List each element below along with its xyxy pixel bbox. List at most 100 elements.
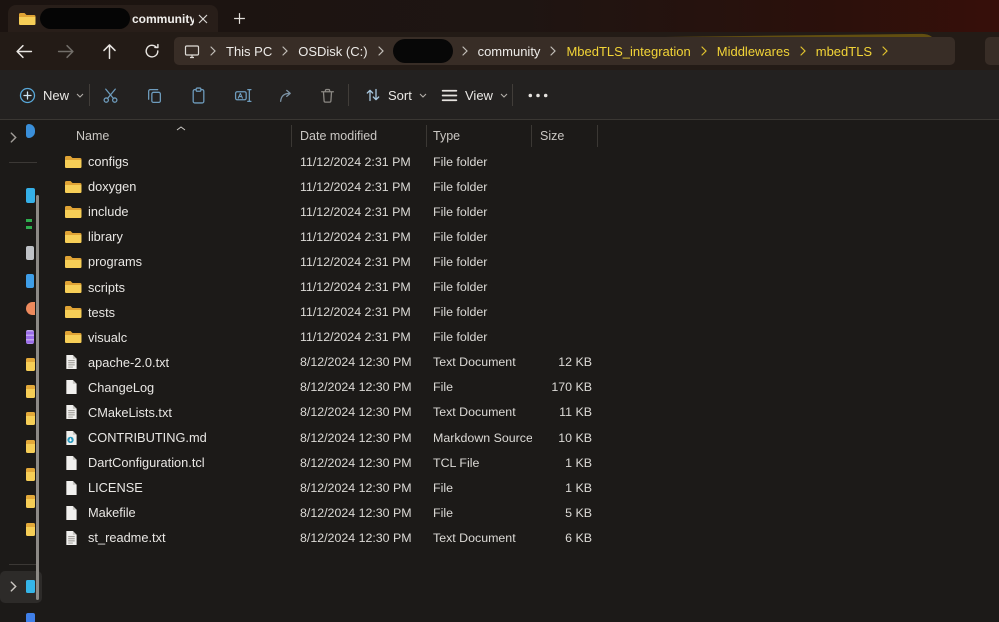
file-type: Markdown Source...	[433, 430, 532, 445]
breadcrumb: This PC OSDisk (C:) community MbedTLS_integ…	[201, 39, 897, 63]
sidebar-gallery-icon[interactable]	[26, 188, 35, 203]
address-bar[interactable]: This PC OSDisk (C:) community MbedTLS_integ…	[174, 37, 955, 65]
column-header-size[interactable]: Size	[532, 125, 598, 147]
sidebar-expand-icon[interactable]	[10, 579, 17, 597]
file-row[interactable]: CONTRIBUTING.md 8/12/2024 12:30 PM Markdow…	[55, 425, 999, 450]
file-row[interactable]: visualc 11/12/2024 2:31 PM File folder	[55, 325, 999, 350]
up-button[interactable]	[95, 37, 123, 65]
view-button[interactable]: View	[432, 78, 517, 112]
sidebar-home-icon[interactable]	[26, 124, 35, 138]
sidebar-folder-icon[interactable]	[26, 385, 35, 398]
sidebar-music-icon[interactable]	[26, 302, 35, 315]
navigation-bar: This PC OSDisk (C:) community MbedTLS_integ…	[0, 32, 999, 70]
cut-button[interactable]	[93, 78, 128, 112]
sidebar-thispc-icon[interactable]	[26, 580, 35, 593]
view-list-icon	[441, 89, 458, 101]
file-row[interactable]: configs 11/12/2024 2:31 PM File folder	[55, 149, 999, 174]
new-tab-button[interactable]	[228, 7, 250, 29]
column-header-type[interactable]: Type	[427, 125, 532, 147]
breadcrumb-item[interactable]: Middlewares	[716, 42, 791, 61]
redaction-blob	[392, 39, 453, 63]
sidebar-network-icon[interactable]	[26, 613, 35, 622]
view-button-label: View	[465, 87, 493, 103]
file-row[interactable]: CMakeLists.txt 8/12/2024 12:30 PM Text Doc…	[55, 400, 999, 425]
paste-button[interactable]	[181, 78, 216, 112]
column-label: Date modified	[300, 129, 378, 143]
close-icon[interactable]	[194, 10, 212, 28]
sidebar-onedrive-icon[interactable]	[26, 219, 32, 232]
delete-button[interactable]	[310, 78, 345, 112]
delete-icon	[321, 88, 334, 103]
breadcrumb-chevron-icon[interactable]	[461, 46, 468, 56]
more-options-button[interactable]	[518, 78, 558, 112]
file-row[interactable]: scripts 11/12/2024 2:31 PM File folder	[55, 274, 999, 299]
sidebar-folder-icon[interactable]	[26, 523, 35, 536]
command-bar: New Sort View	[0, 70, 999, 120]
sidebar-folder-icon[interactable]	[26, 468, 35, 481]
file-row[interactable]: LICENSE 8/12/2024 12:30 PM File 1 KB	[55, 475, 999, 500]
file-row[interactable]: st_readme.txt 8/12/2024 12:30 PM Text Docu…	[55, 525, 999, 550]
sort-button[interactable]: Sort	[356, 78, 436, 112]
rename-button[interactable]	[225, 78, 261, 112]
file-row[interactable]: Makefile 8/12/2024 12:30 PM File 5 KB	[55, 500, 999, 525]
share-button[interactable]	[269, 78, 304, 112]
sidebar-pictures-icon[interactable]	[26, 274, 34, 288]
file-row[interactable]: DartConfiguration.tcl 8/12/2024 12:30 PM T…	[55, 450, 999, 475]
column-header-name[interactable]: Name	[55, 125, 292, 147]
file-row[interactable]: ChangeLog 8/12/2024 12:30 PM File 170 KB	[55, 375, 999, 400]
file-type: File	[433, 505, 453, 520]
file-date-modified: 11/12/2024 2:31 PM	[300, 254, 411, 269]
back-button[interactable]	[10, 37, 38, 65]
file-row[interactable]: apache-2.0.txt 8/12/2024 12:30 PM Text Doc…	[55, 350, 999, 375]
file-date-modified: 8/12/2024 12:30 PM	[300, 455, 412, 470]
sidebar-folder-icon[interactable]	[26, 495, 35, 508]
explorer-body: Name Date modified Type Size configs 11/1…	[0, 121, 999, 622]
chevron-down-icon	[419, 93, 427, 98]
file-row[interactable]: programs 11/12/2024 2:31 PM File folder	[55, 249, 999, 274]
sidebar-folder-icon[interactable]	[26, 412, 35, 425]
file-row[interactable]: include 11/12/2024 2:31 PM File folder	[55, 199, 999, 224]
copy-icon	[148, 88, 161, 103]
file-date-modified: 11/12/2024 2:31 PM	[300, 204, 411, 219]
breadcrumb-item[interactable]: mbedTLS	[815, 42, 873, 61]
column-header-date-modified[interactable]: Date modified	[292, 125, 427, 147]
file-explorer-window: community\MbedT This PCOSDisk (C:)co	[0, 0, 999, 622]
sidebar-documents-icon[interactable]	[26, 246, 34, 260]
breadcrumb-chevron-icon[interactable]	[377, 46, 384, 56]
breadcrumb-item[interactable]: MbedTLS_integration	[565, 42, 691, 61]
sidebar-folder-icon[interactable]	[26, 440, 35, 453]
file-type: File folder	[433, 254, 488, 269]
search-box[interactable]	[985, 37, 999, 65]
breadcrumb-item[interactable]: community	[477, 42, 542, 61]
file-type: Text Document	[433, 530, 516, 545]
file-size: 12 KB	[558, 355, 592, 370]
file-row[interactable]: doxygen 11/12/2024 2:31 PM File folder	[55, 174, 999, 199]
breadcrumb-chevron-icon[interactable]	[282, 46, 289, 56]
breadcrumb-chevron-icon[interactable]	[550, 46, 557, 56]
forward-button[interactable]	[52, 37, 80, 65]
folder-icon	[64, 153, 82, 170]
file-row[interactable]: library 11/12/2024 2:31 PM File folder	[55, 224, 999, 249]
sidebar-videos-icon[interactable]	[26, 330, 34, 344]
breadcrumb-chevron-icon[interactable]	[701, 46, 707, 56]
file-name: DartConfiguration.tcl	[88, 455, 205, 471]
breadcrumb-item[interactable]: This PC	[225, 42, 273, 61]
file-type: File folder	[433, 204, 488, 219]
column-header-row: Name Date modified Type Size	[55, 125, 598, 147]
breadcrumb-chevron-icon[interactable]	[882, 46, 888, 56]
new-button[interactable]: New	[10, 78, 93, 112]
sidebar-scrollbar[interactable]	[36, 195, 39, 600]
breadcrumb-item[interactable]: OSDisk (C:)	[297, 42, 368, 61]
file-date-modified: 11/12/2024 2:31 PM	[300, 280, 411, 295]
file-name: apache-2.0.txt	[88, 354, 170, 370]
refresh-button[interactable]	[138, 37, 166, 65]
copy-button[interactable]	[137, 78, 172, 112]
sidebar-expand-icon[interactable]	[10, 130, 17, 148]
sidebar-folder-icon[interactable]	[26, 358, 35, 371]
explorer-tab[interactable]: community\MbedT	[8, 5, 218, 32]
breadcrumb-chevron-icon[interactable]	[800, 46, 806, 56]
new-button-label: New	[43, 87, 70, 103]
breadcrumb-chevron-icon[interactable]	[210, 46, 216, 56]
file-row[interactable]: tests 11/12/2024 2:31 PM File folder	[55, 300, 999, 325]
file-date-modified: 8/12/2024 12:30 PM	[300, 380, 412, 395]
